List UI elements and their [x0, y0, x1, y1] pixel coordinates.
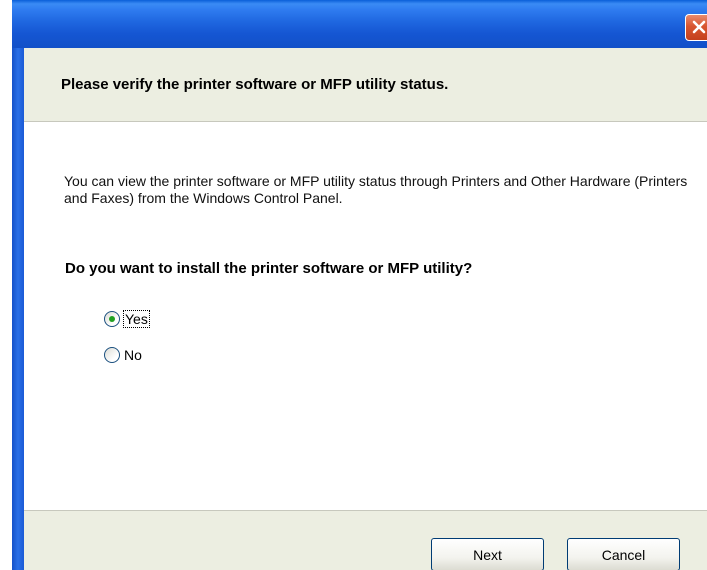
close-icon	[692, 20, 706, 34]
radio-option-no[interactable]: No	[104, 347, 142, 363]
radio-label-yes[interactable]: Yes	[123, 310, 150, 328]
radio-button-yes[interactable]	[104, 311, 120, 327]
dialog-header: Please verify the printer software or MF…	[24, 48, 707, 122]
page-title: Please verify the printer software or MF…	[61, 76, 449, 93]
radio-option-yes[interactable]: Yes	[104, 310, 150, 328]
dialog-content: You can view the printer software or MFP…	[24, 122, 707, 510]
cancel-button[interactable]: Cancel	[567, 538, 680, 570]
outer-margin	[0, 0, 12, 570]
installer-dialog: Please verify the printer software or MF…	[0, 0, 707, 570]
radio-label-no[interactable]: No	[124, 347, 142, 363]
close-button[interactable]	[685, 14, 707, 41]
info-text: You can view the printer software or MFP…	[64, 173, 688, 206]
window-border	[12, 48, 24, 570]
dialog-footer: Next Cancel	[24, 510, 707, 570]
install-question: Do you want to install the printer softw…	[65, 260, 473, 277]
radio-button-no[interactable]	[104, 347, 120, 363]
radio-selected-dot	[109, 316, 115, 322]
title-bar	[12, 0, 707, 48]
next-button[interactable]: Next	[431, 538, 544, 570]
